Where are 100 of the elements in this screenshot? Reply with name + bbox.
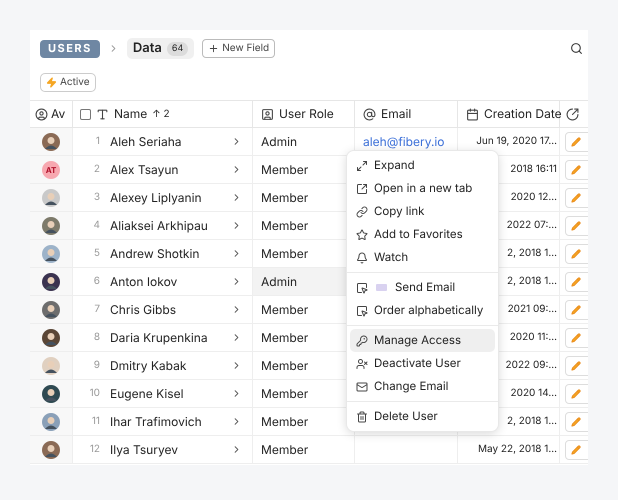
- pencil-icon: [571, 444, 581, 454]
- avatar: [42, 244, 60, 262]
- edit-chip[interactable]: [565, 356, 588, 376]
- avatar: AT: [42, 160, 60, 178]
- column-header[interactable]: Av: [30, 101, 73, 127]
- table-cell: Member: [261, 188, 308, 206]
- row-number: 2: [92, 162, 100, 177]
- filter-chip[interactable]: Active: [40, 73, 96, 92]
- menu-item[interactable]: Watch: [350, 246, 495, 269]
- row-number: 12: [88, 442, 100, 457]
- pointer-icon: [356, 282, 368, 294]
- menu-item[interactable]: Order alphabetically: [350, 299, 495, 322]
- table-cell: Member: [261, 412, 308, 430]
- avatar: [42, 412, 60, 430]
- calendar-icon: [466, 108, 479, 120]
- new-field-button[interactable]: New Field: [202, 39, 276, 58]
- avatar: [42, 216, 60, 234]
- row-number: 8: [92, 330, 100, 345]
- avatar: [42, 188, 60, 206]
- table-cell: 2, 2018 1...: [507, 274, 557, 289]
- table-cell: Member: [261, 160, 308, 178]
- table-cell: 2020 11:...: [510, 330, 557, 345]
- edit-chip[interactable]: [565, 300, 588, 320]
- pencil-icon: [571, 164, 581, 174]
- table-cell: Eugene Kisel: [110, 384, 184, 402]
- column-header[interactable]: Creation Date: [458, 101, 560, 127]
- edit-chip[interactable]: [565, 160, 588, 180]
- arrow-circle-icon: [566, 108, 579, 120]
- avatar: [42, 440, 60, 458]
- menu-item[interactable]: Manage Access: [350, 329, 495, 352]
- table-cell: 2, 2018 1...: [507, 414, 557, 429]
- avatar: [42, 272, 60, 290]
- menu-item[interactable]: Send Email: [350, 276, 495, 299]
- table-cell: Member: [261, 356, 308, 374]
- select-all-checkbox[interactable]: [80, 108, 91, 120]
- table-cell: Member: [261, 244, 308, 262]
- text-type-icon: [96, 108, 109, 120]
- menu-item[interactable]: Change Email: [350, 375, 495, 398]
- trash-icon: [356, 410, 368, 422]
- view-tab[interactable]: Data 64: [126, 38, 194, 59]
- table-cell: Chris Gibbs: [110, 300, 176, 318]
- table-cell: 2021 09:...: [508, 302, 557, 317]
- count-badge: 64: [166, 42, 188, 56]
- menu-item[interactable]: Add to Favorites: [350, 223, 495, 246]
- contact-icon: [261, 108, 274, 120]
- row-number: 11: [90, 414, 100, 429]
- edit-chip[interactable]: [565, 440, 588, 460]
- menu-item[interactable]: Expand: [350, 154, 495, 177]
- table-cell: Daria Krupenkina: [110, 328, 208, 346]
- menu-item[interactable]: Open in a new tab: [350, 177, 495, 200]
- email-link[interactable]: aleh@fibery.io: [363, 132, 444, 150]
- table-cell: Ilya Tsuryev: [110, 440, 178, 458]
- row-number: 6: [92, 274, 100, 289]
- table-cell: Aleh Seriaha: [110, 132, 182, 150]
- column-header[interactable]: User Role: [253, 101, 355, 127]
- user-circle-icon: [35, 108, 48, 120]
- column-header[interactable]: Email: [355, 101, 458, 127]
- edit-chip[interactable]: [565, 412, 588, 432]
- table-cell: Admin: [261, 272, 298, 290]
- edit-chip[interactable]: [565, 188, 588, 208]
- link-icon: [356, 206, 368, 218]
- edit-chip[interactable]: [565, 272, 588, 292]
- pencil-icon: [571, 360, 581, 370]
- pencil-icon: [571, 276, 581, 286]
- table-cell: 2, 2018 1...: [507, 246, 557, 261]
- avatar: [42, 300, 60, 318]
- row-number: 4: [92, 218, 100, 233]
- table-cell: Admin: [261, 132, 298, 150]
- pencil-icon: [571, 248, 581, 258]
- avatar: [42, 384, 60, 402]
- pencil-icon: [571, 136, 581, 146]
- menu-item[interactable]: Deactivate User: [350, 352, 495, 375]
- avatar: [42, 132, 60, 150]
- edit-chip[interactable]: [565, 384, 588, 404]
- table-cell: May 22, 2018 1...: [478, 442, 557, 457]
- pencil-icon: [571, 416, 581, 426]
- mail-icon: [356, 380, 368, 392]
- table-cell: Anton Iokov: [110, 272, 178, 290]
- edit-chip[interactable]: [565, 328, 588, 348]
- pencil-icon: [571, 388, 581, 398]
- star-icon: [356, 228, 368, 240]
- table-cell: Member: [261, 216, 308, 234]
- edit-chip[interactable]: [565, 244, 588, 264]
- search-icon[interactable]: [570, 42, 583, 55]
- edit-chip[interactable]: [565, 132, 588, 152]
- pencil-icon: [571, 192, 581, 202]
- database-badge[interactable]: USERS: [40, 40, 100, 58]
- bell-icon: [356, 252, 368, 264]
- column-header[interactable]: Name ↑ 2: [73, 101, 253, 127]
- table-cell: 2020 12...: [510, 190, 557, 205]
- row-number: 7: [93, 302, 100, 317]
- table-cell: Member: [261, 384, 308, 402]
- key-icon: [356, 334, 368, 346]
- menu-item[interactable]: Copy link: [350, 200, 495, 223]
- table-cell: 2022 09:...: [506, 358, 557, 373]
- menu-item[interactable]: Delete User: [350, 405, 495, 428]
- edit-chip[interactable]: [565, 216, 588, 236]
- table-cell: Aliaksei Arkhipau: [110, 216, 208, 234]
- row-number: 10: [88, 386, 100, 401]
- table-cell: Member: [261, 440, 308, 458]
